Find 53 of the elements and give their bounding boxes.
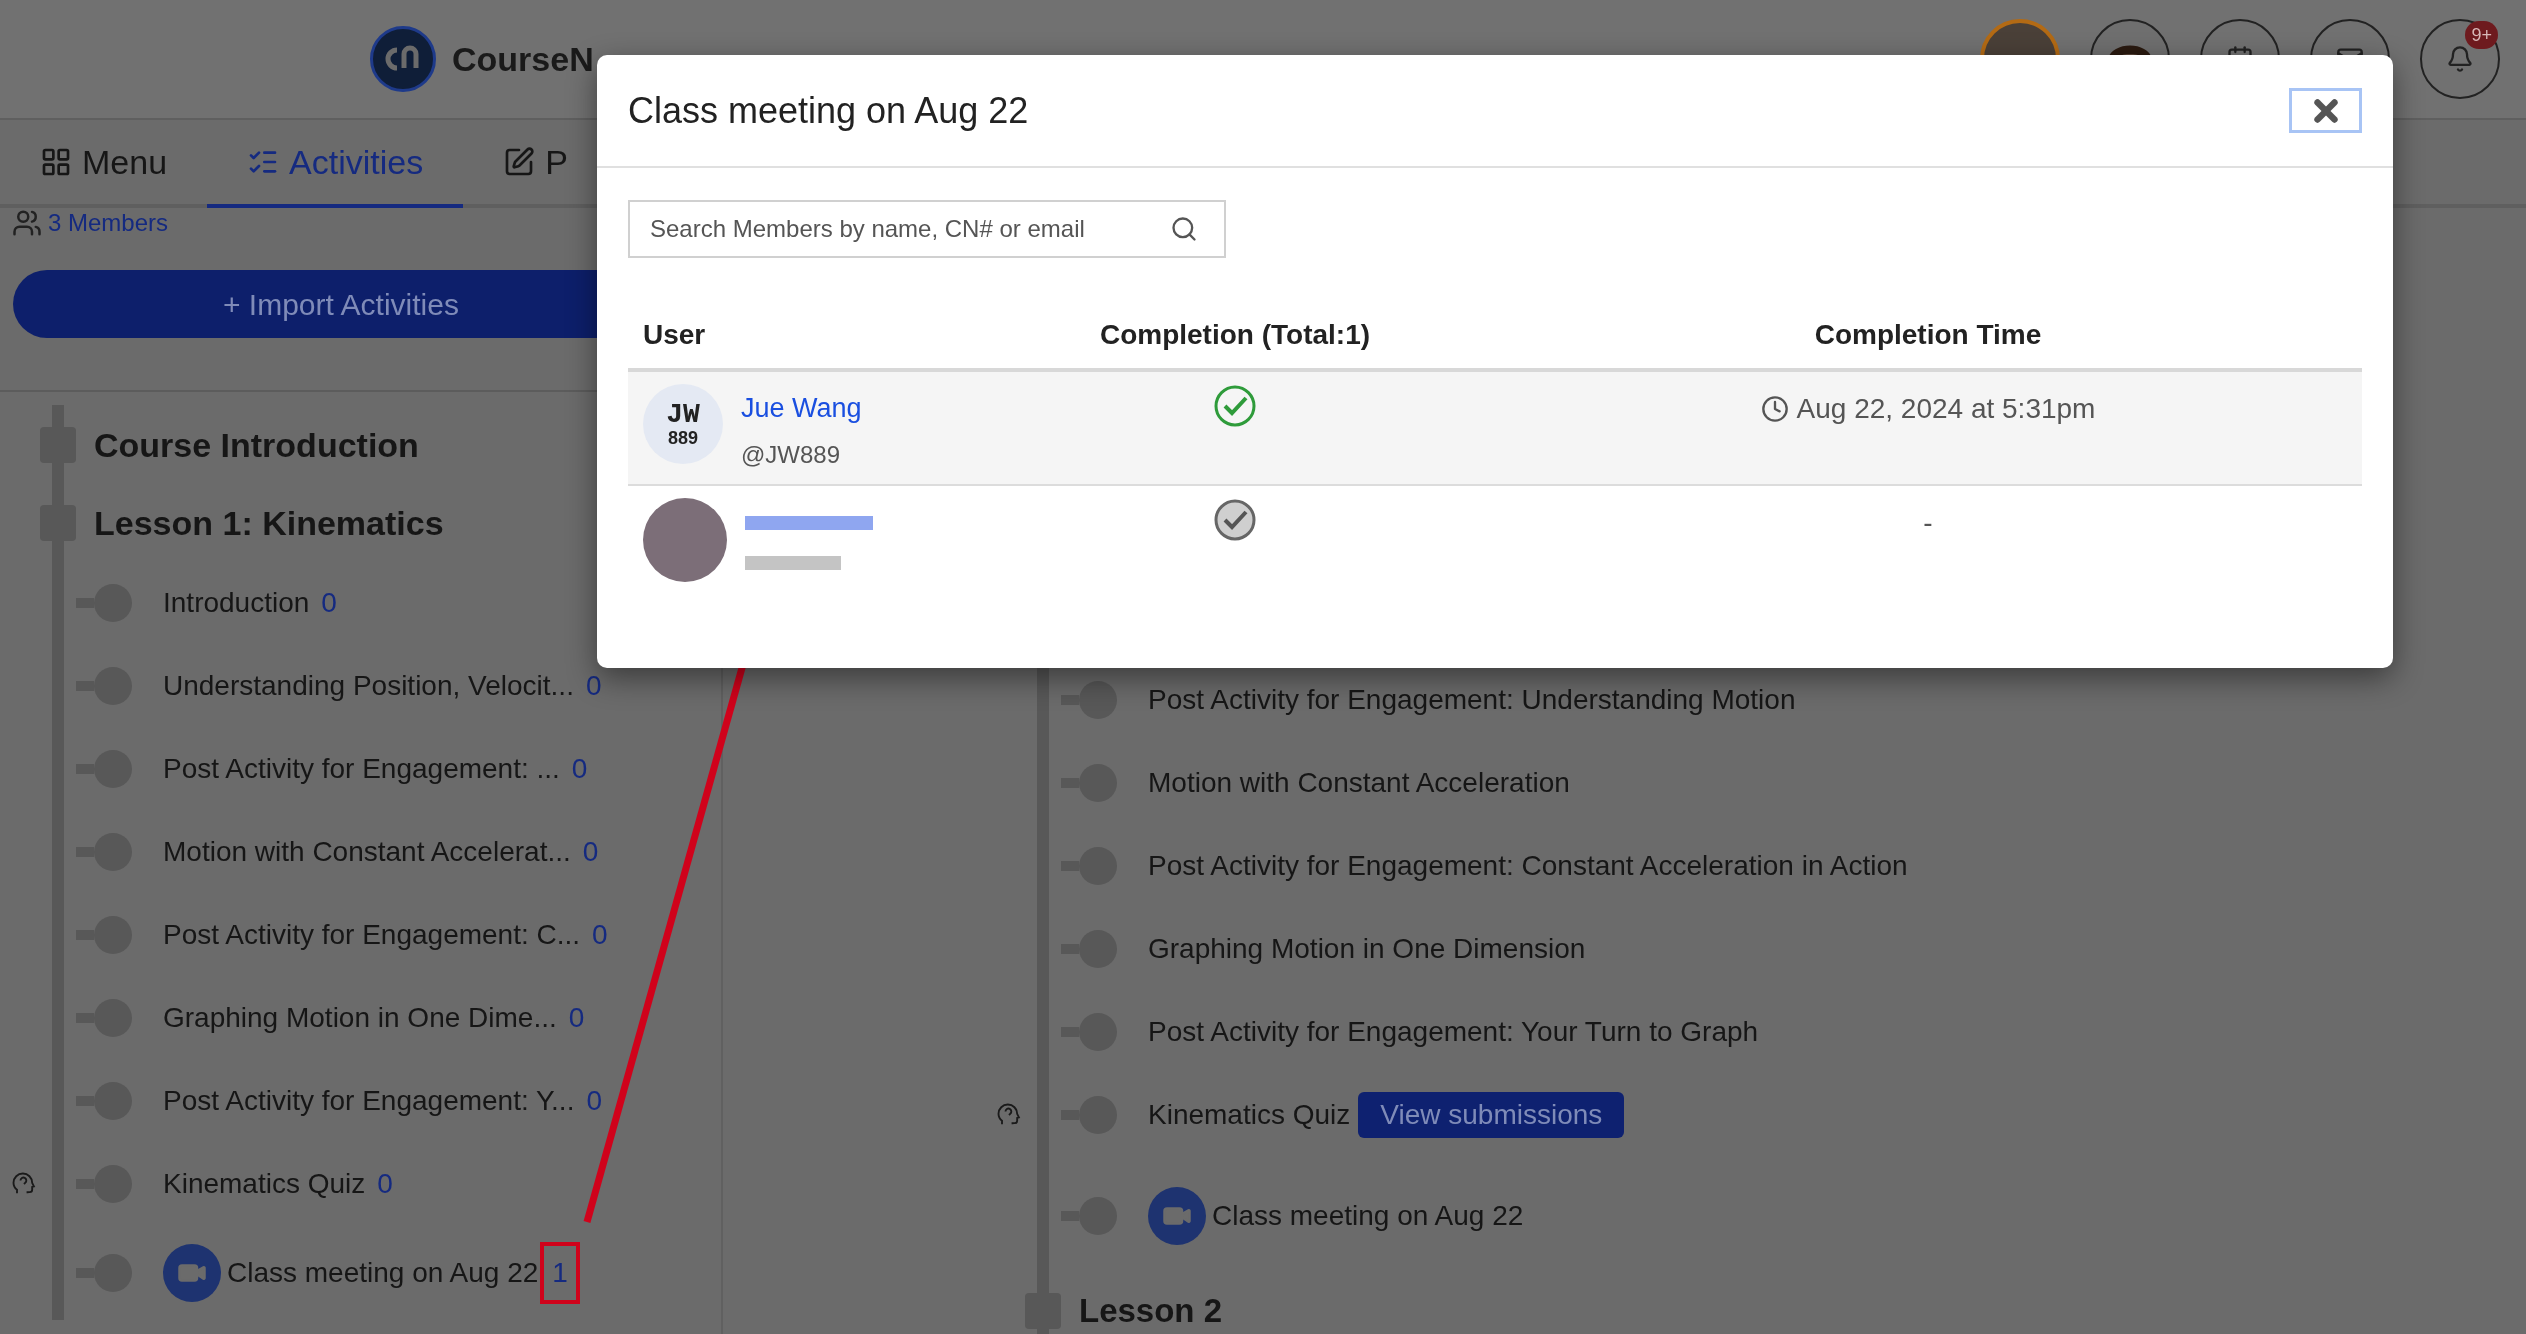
completion-count[interactable]: 0 xyxy=(373,1162,397,1205)
logo-text[interactable]: CourseN xyxy=(452,33,594,85)
activity-title[interactable]: Graphing Motion in One Dimension xyxy=(1148,927,1586,970)
activity-title[interactable]: Motion with Constant Acceleration xyxy=(1148,761,1570,804)
view-submissions-button[interactable]: View submissions xyxy=(1358,1091,1625,1138)
section-title[interactable]: Lesson 1: Kinematics xyxy=(94,497,444,549)
user-handle: @JW889 xyxy=(741,439,842,470)
clock-icon xyxy=(1760,395,1789,423)
activity-title[interactable]: Class meeting on Aug 22 xyxy=(227,1251,539,1294)
completion-count[interactable]: 0 xyxy=(317,581,341,624)
completion-time: - xyxy=(1923,506,1933,540)
tab[interactable]: Activities xyxy=(207,120,464,208)
activity-title[interactable]: Class meeting on Aug 22 xyxy=(1212,1195,1524,1237)
search-field[interactable]: Search Members by name, CN# or email xyxy=(628,200,1226,258)
activity-title[interactable]: Post Activity for Engagement: ... xyxy=(163,747,560,790)
activity-title[interactable]: Post Activity for Engagement: C... xyxy=(163,913,581,956)
tab[interactable]: P xyxy=(463,120,608,208)
activity-title[interactable]: Understanding Position, Velocit... xyxy=(163,664,574,707)
tab[interactable]: Menu xyxy=(0,120,208,208)
bell-icon xyxy=(2446,45,2474,73)
avatar-number: 889 xyxy=(667,429,698,447)
completion-count[interactable]: 0 xyxy=(582,1079,606,1122)
avatar-initials: JW xyxy=(666,401,700,429)
activity-title[interactable]: Graphing Motion in One Dime... xyxy=(163,996,557,1039)
completion-count[interactable]: 1 xyxy=(552,1251,568,1294)
notifications-button[interactable]: 9+ xyxy=(2420,19,2500,99)
notification-badge: 9+ xyxy=(2465,21,2498,49)
search-icon[interactable] xyxy=(1170,215,1198,243)
completion-count[interactable]: 0 xyxy=(578,830,603,873)
members-link[interactable]: 3 Members xyxy=(48,205,169,241)
column-header: Completion (Total:1) xyxy=(1099,318,1371,352)
members-icon xyxy=(12,208,42,238)
activity-title[interactable]: Post Activity for Engagement: Understanding Motion xyxy=(1148,678,1796,721)
completion-count[interactable]: 0 xyxy=(567,747,592,790)
section-title[interactable]: Course Introduction xyxy=(94,419,419,471)
activity-title[interactable]: Post Activity for Engagement: Constant Acceleration in Action xyxy=(1148,844,1908,887)
close-button[interactable] xyxy=(2289,88,2362,133)
completion-count[interactable]: 0 xyxy=(564,996,589,1039)
completion-count[interactable]: 0 xyxy=(581,664,606,707)
activity-title[interactable]: Introduction xyxy=(163,581,310,624)
activity-title[interactable]: Motion with Constant Accelerat... xyxy=(163,830,571,873)
modal-title: Class meeting on Aug 22 xyxy=(628,88,1029,133)
section-title[interactable]: Lesson 2 xyxy=(1079,1286,1223,1334)
completion-time: Aug 22, 2024 at 5:31pm xyxy=(1796,392,2096,426)
grid-icon xyxy=(40,146,72,178)
user-name-link[interactable]: Jue Wang xyxy=(741,388,862,429)
completion-count[interactable]: 0 xyxy=(588,913,612,956)
activity-title[interactable]: Kinematics Quiz xyxy=(1148,1093,1351,1136)
activity-title[interactable]: Post Activity for Engagement: Y... xyxy=(163,1079,575,1122)
activity-title[interactable]: Kinematics Quiz xyxy=(163,1162,366,1205)
activity-title[interactable]: Post Activity for Engagement: Your Turn to Graph xyxy=(1148,1010,1759,1053)
column-header: Completion Time xyxy=(1814,318,2042,352)
pencil-square-icon xyxy=(503,146,536,178)
